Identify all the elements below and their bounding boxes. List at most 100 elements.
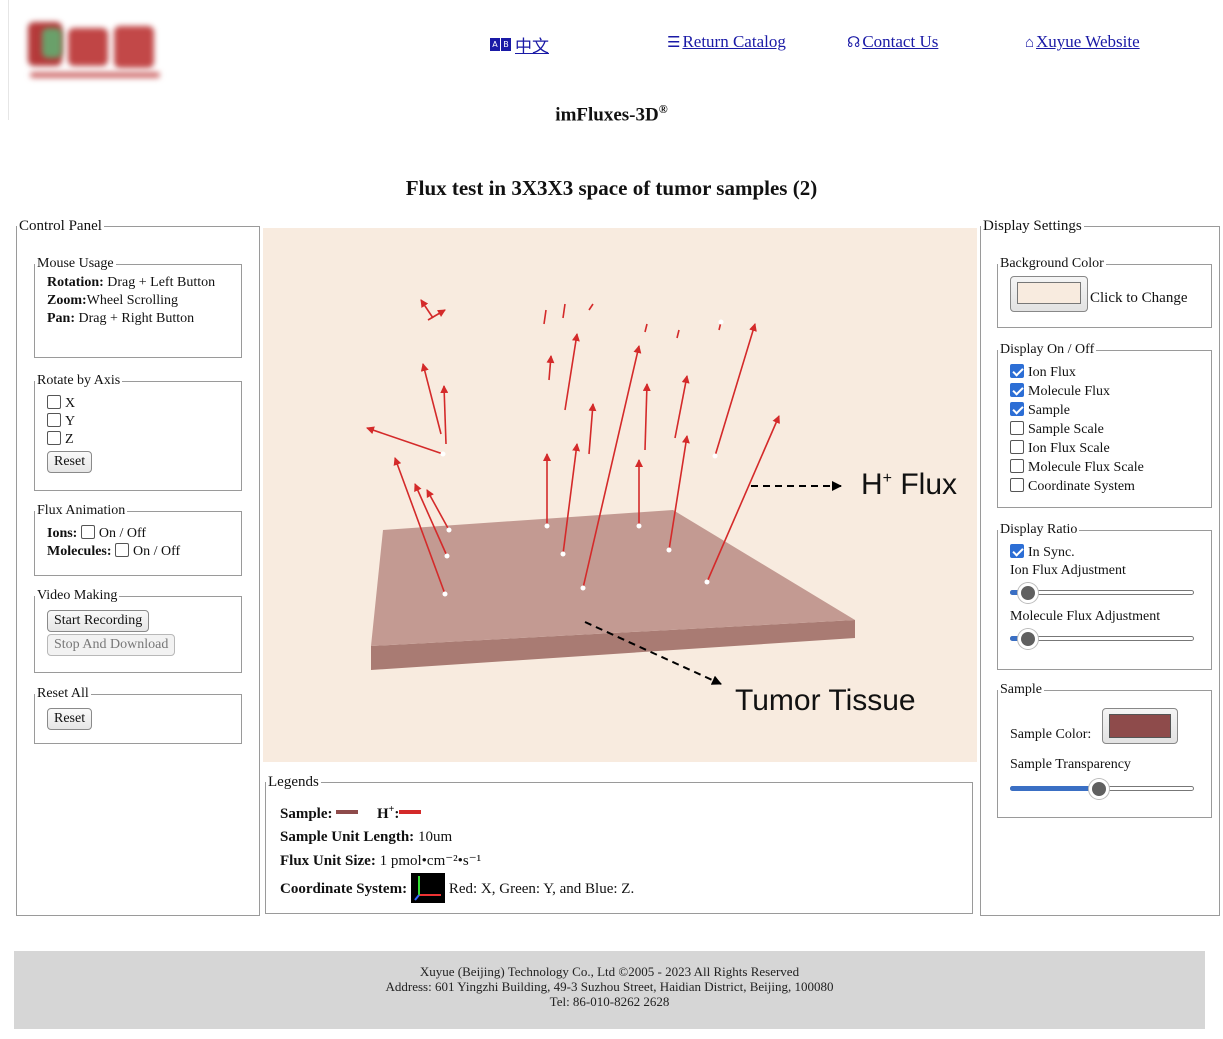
reset-all-group: Reset All Reset	[34, 686, 242, 744]
toggle-sample-scale[interactable]: Sample Scale	[1010, 421, 1203, 439]
sample-group: Sample Sample Color: Sample Transparency	[997, 682, 1212, 818]
rotate-z-option[interactable]: Z	[47, 431, 233, 449]
flux-animation-group: Flux Animation Ions: On / Off Molecules:…	[34, 503, 242, 576]
toggle-sample[interactable]: Sample	[1010, 402, 1203, 420]
rotate-axis-group: Rotate by Axis X Y Z Reset	[34, 373, 242, 491]
rotate-y-checkbox[interactable]	[47, 413, 61, 427]
rotate-axis-title: Rotate by Axis	[37, 373, 121, 388]
molecules-animation-checkbox[interactable]	[115, 543, 130, 557]
flux-tip	[588, 303, 594, 311]
flux-tip	[562, 303, 566, 319]
mouse-usage-rotation: Rotation: Drag + Left Button	[47, 275, 216, 290]
in-sync-checkbox[interactable]	[1010, 544, 1024, 558]
reset-all-button[interactable]: Reset	[47, 708, 93, 730]
toggle-ion-flux[interactable]: Ion Flux	[1010, 364, 1203, 382]
slider-thumb[interactable]	[1089, 779, 1109, 799]
flux-animation-title: Flux Animation	[37, 503, 126, 518]
ion-flux-scale-checkbox[interactable]	[1010, 440, 1024, 454]
xuyue-website-link[interactable]: ⌂ Xuyue Website	[1025, 32, 1140, 52]
page-title: Flux test in 3X3X3 space of tumor sample…	[405, 176, 818, 200]
rotate-y-option[interactable]: Y	[47, 413, 233, 431]
sample-scale-checkbox[interactable]	[1010, 421, 1024, 435]
company-logo[interactable]	[28, 18, 168, 84]
mouse-usage-title: Mouse Usage	[37, 256, 114, 271]
display-ratio-group: Display Ratio In Sync. Ion Flux Adjustme…	[997, 522, 1212, 670]
flux-origin	[636, 523, 642, 529]
molecule-flux-checkbox[interactable]	[1010, 383, 1024, 397]
flux-origin	[446, 527, 452, 533]
toggle-molecule-flux-scale[interactable]: Molecule Flux Scale	[1010, 459, 1203, 477]
sample-title: Sample	[1000, 682, 1042, 697]
control-panel-title: Control Panel	[19, 218, 102, 234]
flux-arrow	[420, 363, 442, 435]
molecule-flux-scale-checkbox[interactable]	[1010, 459, 1024, 473]
return-catalog-link[interactable]: ☰ Return Catalog	[667, 32, 786, 52]
background-color-group: Background Color Click to Change	[997, 256, 1212, 328]
home-icon: ⌂	[1025, 35, 1035, 51]
footer-address: Address: 601 Yingzhi Building, 49-3 Suzh…	[385, 979, 834, 994]
flux-origin	[440, 451, 446, 457]
footer-copyright: Xuyue (Beijing) Technology Co., Ltd ©200…	[419, 964, 800, 979]
slider-thumb[interactable]	[1018, 629, 1038, 649]
flux-arrow	[642, 383, 651, 451]
language-switch-link[interactable]: A B 中文	[490, 32, 549, 57]
sample-transparency-slider[interactable]	[1010, 778, 1194, 799]
molecule-flux-adjustment-label: Molecule Flux Adjustment	[1010, 609, 1161, 624]
flux-arrow	[674, 375, 690, 439]
molecule-flux-adjustment-slider[interactable]	[1010, 628, 1194, 649]
flux-arrow	[714, 323, 757, 457]
list-icon: ☰	[667, 35, 681, 51]
mouse-usage-pan: Pan: Drag + Right Button	[47, 311, 195, 326]
flux-origin	[666, 547, 672, 553]
sample-checkbox[interactable]	[1010, 402, 1024, 416]
h-flux-annotation: H+ Flux	[861, 468, 958, 501]
ions-animation-checkbox[interactable]	[80, 525, 95, 539]
start-recording-button[interactable]: Start Recording	[47, 610, 150, 632]
background-color-label[interactable]: Click to Change	[1090, 290, 1188, 307]
flux-tip	[543, 309, 547, 325]
flux-arrow	[366, 426, 444, 455]
legends-panel: Legends Sample: H+: Sample Unit Length: …	[265, 774, 973, 914]
language-icon: AB	[490, 38, 512, 51]
flux-origin	[544, 523, 550, 529]
contact-us-label: Contact Us	[862, 32, 939, 51]
sample-color-swatch	[336, 810, 359, 814]
in-sync-option[interactable]: In Sync.	[1010, 544, 1203, 562]
display-ratio-title: Display Ratio	[1000, 522, 1078, 537]
toggle-molecule-flux[interactable]: Molecule Flux	[1010, 383, 1203, 401]
rotate-reset-button[interactable]: Reset	[47, 451, 93, 473]
slider-thumb[interactable]	[1018, 583, 1038, 603]
coordinate-system-checkbox[interactable]	[1010, 478, 1024, 492]
ion-flux-adjustment-label: Ion Flux Adjustment	[1010, 563, 1126, 578]
rotate-x-option[interactable]: X	[47, 395, 233, 413]
flux-arrow	[588, 403, 597, 455]
ion-flux-adjustment-slider[interactable]	[1010, 582, 1194, 603]
flux-3d-viewer[interactable]: H+ Flux Tumor Tissue	[263, 228, 977, 762]
ion-color-swatch	[399, 810, 422, 814]
flux-arrow	[546, 355, 555, 381]
legend-unit-length: Sample Unit Length: 10um	[280, 829, 453, 845]
flux-tip	[644, 323, 648, 333]
background-color-button[interactable]	[1010, 276, 1088, 312]
sample-transparency-label: Sample Transparency	[1010, 757, 1131, 772]
toggle-coordinate-system[interactable]: Coordinate System	[1010, 478, 1203, 496]
molecules-animation-row: Molecules: On / Off	[47, 543, 181, 559]
background-color-title: Background Color	[1000, 256, 1104, 271]
reset-all-title: Reset All	[37, 686, 89, 701]
toggle-ion-flux-scale[interactable]: Ion Flux Scale	[1010, 440, 1203, 458]
mouse-usage-group: Mouse Usage Rotation: Drag + Left Button…	[34, 256, 242, 358]
flux-origin	[442, 591, 448, 597]
coordinate-axes-icon	[410, 873, 445, 903]
contact-us-link[interactable]: ☊ Contact Us	[847, 32, 938, 52]
flux-origin	[712, 453, 718, 459]
ion-flux-checkbox[interactable]	[1010, 364, 1024, 378]
stop-download-button[interactable]: Stop And Download	[47, 634, 176, 656]
video-making-group: Video Making Start Recording Stop And Do…	[34, 588, 242, 673]
rotate-z-checkbox[interactable]	[47, 431, 61, 445]
rotate-x-checkbox[interactable]	[47, 395, 61, 409]
flux-origin	[704, 579, 710, 585]
sample-color-button[interactable]	[1102, 708, 1178, 744]
ions-animation-row: Ions: On / Off	[47, 525, 147, 541]
display-on-off-title: Display On / Off	[1000, 342, 1095, 357]
mouse-usage-zoom: Zoom:Wheel Scrolling	[47, 293, 179, 308]
